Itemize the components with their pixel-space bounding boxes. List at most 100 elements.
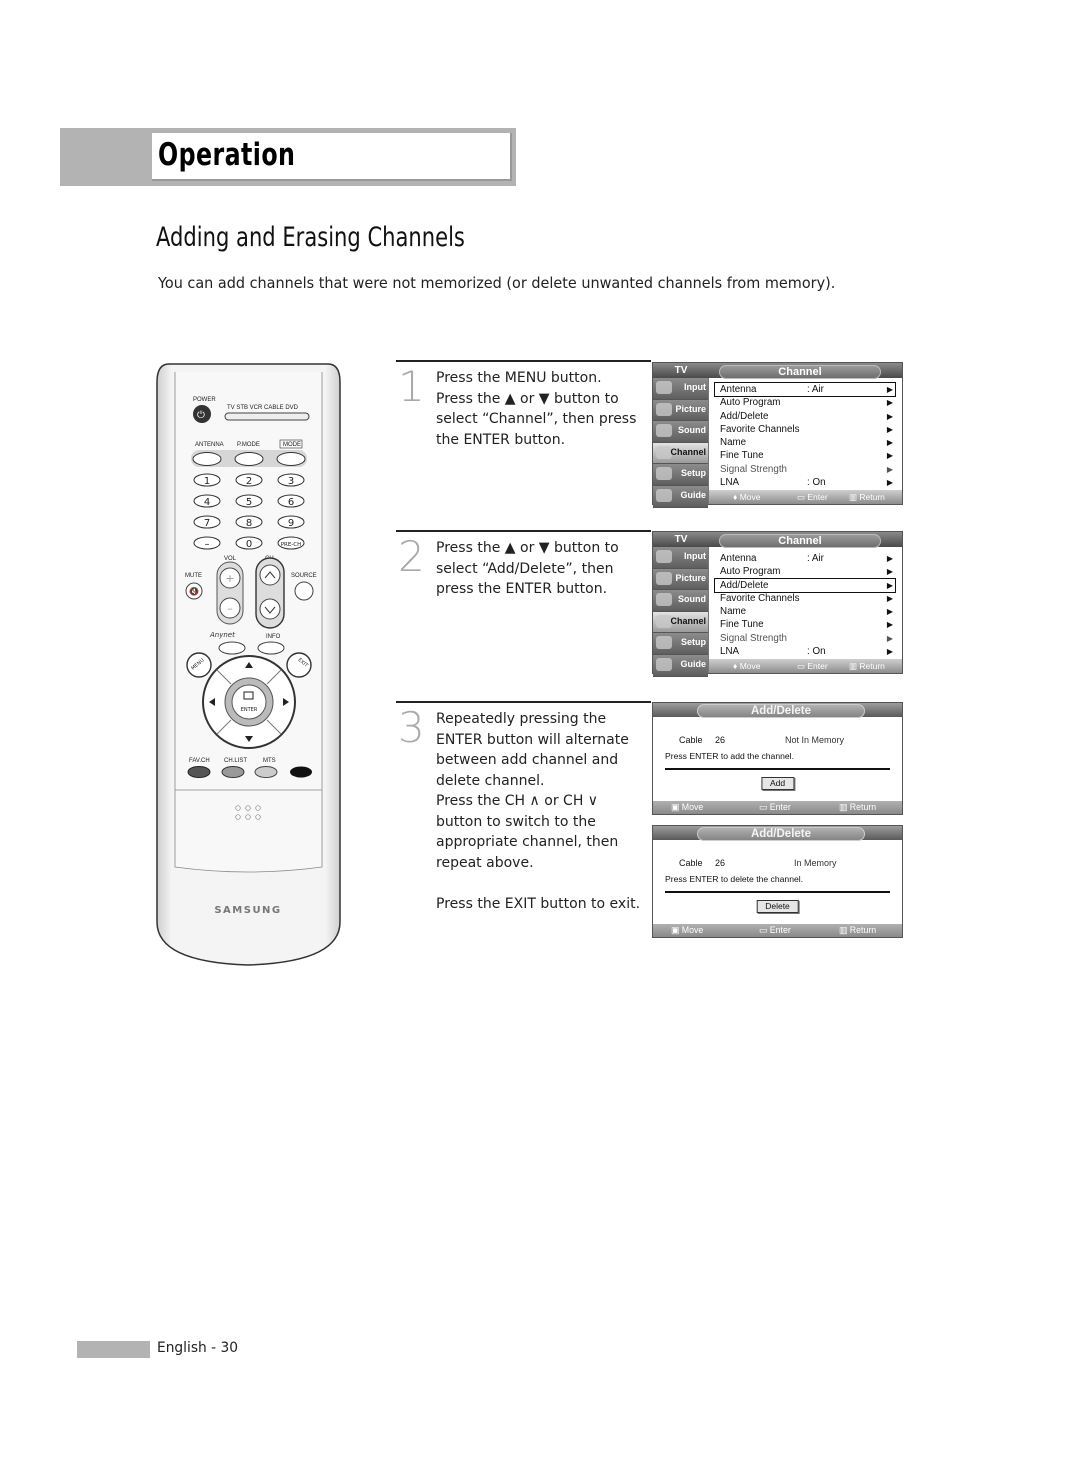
osd-sidebar-item-picture[interactable]: Picture	[653, 399, 708, 422]
osd-sidebar-item-channel[interactable]: Channel	[653, 611, 708, 634]
remote-control-illustration: POWER ⏻ TV STB VCR CABLE DVD ANTENNA P.M…	[155, 362, 342, 967]
osd-row-favorite-channels[interactable]: Favorite Channels ▶	[715, 423, 895, 436]
source-button	[294, 581, 314, 601]
step-divider	[396, 530, 651, 532]
arrow-right-icon: ▶	[886, 385, 893, 394]
svg-text:5: 5	[246, 497, 252, 508]
osd-sidebar-item-input[interactable]: Input	[653, 378, 708, 400]
osd-row-name[interactable]: Name ▶	[715, 605, 895, 618]
return-hint: ▥ Return	[849, 661, 885, 671]
osd-channel-menu-2: TV Channel Input Picture Sound Channel S…	[652, 531, 903, 677]
channel-source: Cable	[679, 858, 703, 868]
arrow-right-icon: ▶	[886, 464, 893, 474]
svg-text:4: 4	[204, 497, 210, 508]
step-number: 2	[398, 532, 425, 581]
step-text: Repeatedly pressing the ENTER button wil…	[436, 710, 641, 912]
enter-hint: ▭ Enter	[759, 925, 791, 935]
svg-text:+: +	[225, 572, 234, 585]
arrow-right-icon: ▶	[886, 647, 893, 657]
anynet-button	[218, 641, 246, 655]
arrow-right-icon: ▶	[886, 554, 893, 563]
osd-row-antenna[interactable]: Antenna: Air ▶	[715, 552, 895, 565]
osd-header: TV Channel	[653, 363, 902, 379]
osd-tv-label: TV	[674, 365, 688, 376]
osd-row-add-delete[interactable]: Add/Delete ▶	[714, 577, 896, 593]
step-1: 1 Press the MENU button. Press the ▲ or …	[396, 360, 651, 520]
arrow-right-icon: ▶	[886, 607, 893, 617]
svg-text:–: –	[205, 539, 210, 550]
mts-label: MTS	[263, 758, 276, 764]
osd-title: Add/Delete	[697, 827, 865, 841]
arrow-right-icon: ▶	[886, 438, 893, 448]
svg-text:7: 7	[204, 518, 210, 529]
input-icon	[656, 550, 672, 563]
svg-text:1: 1	[204, 476, 210, 487]
divider	[665, 768, 890, 770]
osd-sidebar: Input Picture Sound Channel Setup Guide	[653, 378, 709, 508]
step-divider	[396, 701, 651, 703]
osd-header: Add/Delete	[653, 703, 902, 718]
enter-hint: ▭ Enter	[797, 492, 828, 502]
return-hint: ▥ Return	[849, 492, 885, 502]
osd-row-add-delete[interactable]: Add/Delete ▶	[715, 410, 895, 423]
guide-icon	[656, 657, 672, 671]
section-title: Operation	[158, 137, 296, 173]
return-hint: ▥ Return	[839, 925, 877, 935]
osd-sidebar-item-setup[interactable]: Setup	[653, 633, 708, 655]
osd-header: TV Channel	[653, 532, 902, 548]
channel-source: Cable	[679, 735, 703, 745]
osd-title: Channel	[719, 534, 881, 548]
arrow-right-icon: ▶	[886, 593, 893, 603]
move-hint: ♦ Move	[733, 492, 761, 502]
enter-label: ENTER	[241, 707, 258, 713]
osd-row-name[interactable]: Name ▶	[715, 436, 895, 449]
color-button-black	[290, 766, 312, 778]
step-text: Press the MENU button. Press the ▲ or ▼ …	[436, 369, 637, 448]
osd-sidebar-item-channel[interactable]: Channel	[653, 442, 708, 465]
arrow-right-icon: ▶	[886, 478, 893, 488]
vol-label: VOL	[224, 556, 237, 562]
osd-sidebar-item-guide[interactable]: Guide	[653, 654, 708, 677]
arrow-right-icon: ▶	[886, 398, 893, 408]
osd-sidebar-item-guide[interactable]: Guide	[653, 485, 708, 508]
osd-sidebar-item-sound[interactable]: Sound	[653, 590, 708, 612]
channel-number: 26	[715, 735, 726, 745]
osd-sidebar-item-setup[interactable]: Setup	[653, 464, 708, 486]
osd-row-antenna[interactable]: Antenna: Air ▶	[714, 381, 896, 398]
osd-menu-list: Antenna: Air ▶ Auto Program ▶ Add/Delete ▶ …	[714, 552, 896, 658]
osd-row-signal-strength[interactable]: Signal Strength ▶	[715, 632, 895, 645]
move-hint: ▣ Move	[671, 802, 704, 812]
arrow-right-icon: ▶	[886, 424, 893, 434]
sound-icon	[656, 593, 672, 607]
step-2: 2 Press the ▲ or ▼ button to select “Add…	[396, 530, 651, 690]
svg-text:3: 3	[288, 476, 294, 487]
osd-row-lna[interactable]: LNA: On ▶	[715, 476, 895, 489]
move-hint: ♦ Move	[733, 661, 761, 671]
memory-status: In Memory	[794, 858, 837, 868]
osd-row-lna[interactable]: LNA: On ▶	[715, 645, 895, 658]
info-label: INFO	[266, 634, 281, 640]
picture-icon	[656, 402, 672, 416]
mts-button	[254, 766, 278, 778]
osd-row-auto-program[interactable]: Auto Program ▶	[715, 565, 895, 578]
osd-row-fine-tune[interactable]: Fine Tune ▶	[715, 618, 895, 631]
osd-row-fine-tune[interactable]: Fine Tune ▶	[715, 449, 895, 462]
osd-sidebar-item-sound[interactable]: Sound	[653, 421, 708, 443]
osd-sidebar-item-picture[interactable]: Picture	[653, 568, 708, 591]
page-title: Adding and Erasing Channels	[156, 222, 465, 253]
osd-row-favorite-channels[interactable]: Favorite Channels ▶	[715, 592, 895, 605]
osd-row-signal-strength[interactable]: Signal Strength ▶	[715, 463, 895, 476]
delete-button[interactable]: Delete	[756, 900, 799, 913]
osd-sidebar-item-input[interactable]: Input	[653, 547, 708, 569]
osd-add-delete-delete: Add/Delete Cable 26 In Memory Press ENTE…	[652, 825, 903, 938]
osd-sidebar: Input Picture Sound Channel Setup Guide	[653, 547, 709, 677]
osd-tv-label: TV	[674, 534, 688, 545]
anynet-label: Anynet	[209, 631, 235, 639]
add-button[interactable]: Add	[760, 777, 795, 790]
osd-footer: ▣ Move ▭ Enter ▥ Return	[653, 801, 902, 814]
osd-row-auto-program[interactable]: Auto Program ▶	[715, 396, 895, 409]
osd-footer: ♦ Move ▭ Enter ▥ Return	[709, 659, 902, 673]
return-hint: ▥ Return	[839, 802, 877, 812]
osd-menu-list: Antenna: Air ▶ Auto Program ▶ Add/Delete ▶ …	[714, 381, 896, 489]
ch-up-button	[259, 564, 281, 586]
